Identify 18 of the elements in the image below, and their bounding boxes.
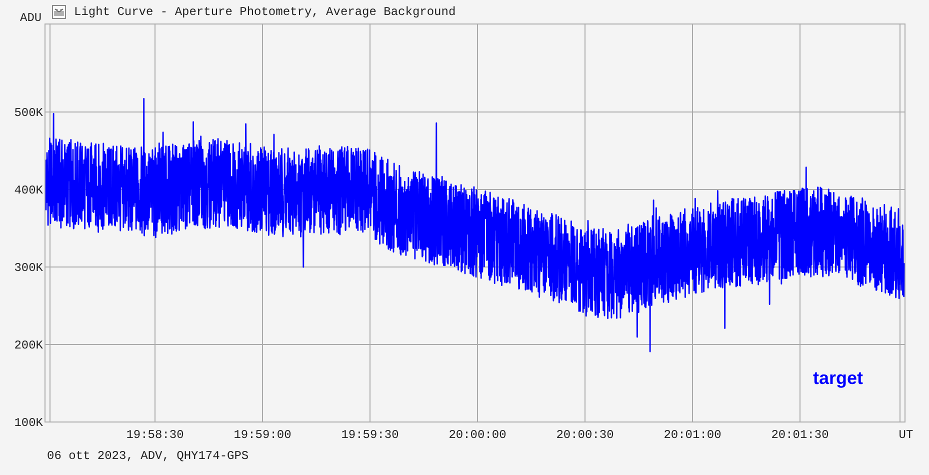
axis-tick-label: 300K xyxy=(14,261,43,275)
axis-tick-label: 100K xyxy=(14,416,43,430)
caption: 06 ott 2023, ADV, QHY174-GPS xyxy=(47,449,250,463)
axis-tick-label: 19:59:30 xyxy=(341,428,399,442)
chart-icon xyxy=(52,5,66,19)
axis-tick-label: 400K xyxy=(14,184,43,198)
axis-tick-label: 20:00:00 xyxy=(448,428,506,442)
chart-title: Light Curve - Aperture Photometry, Average Background xyxy=(74,5,456,19)
axis-title: ADU xyxy=(20,12,43,24)
legend-label: target xyxy=(813,368,863,388)
axis-tick-label: 500K xyxy=(14,106,43,120)
axis-tick-label: 19:59:00 xyxy=(234,428,292,442)
axis-tick-label: 20:01:00 xyxy=(664,428,722,442)
axis-tick-label: 200K xyxy=(14,338,43,352)
axis-tick-label: 20:00:30 xyxy=(556,428,614,442)
axis-tick-label: 20:01:30 xyxy=(771,428,829,442)
axis-title: UT xyxy=(898,428,914,442)
axis-tick-label: 19:58:30 xyxy=(126,428,184,442)
